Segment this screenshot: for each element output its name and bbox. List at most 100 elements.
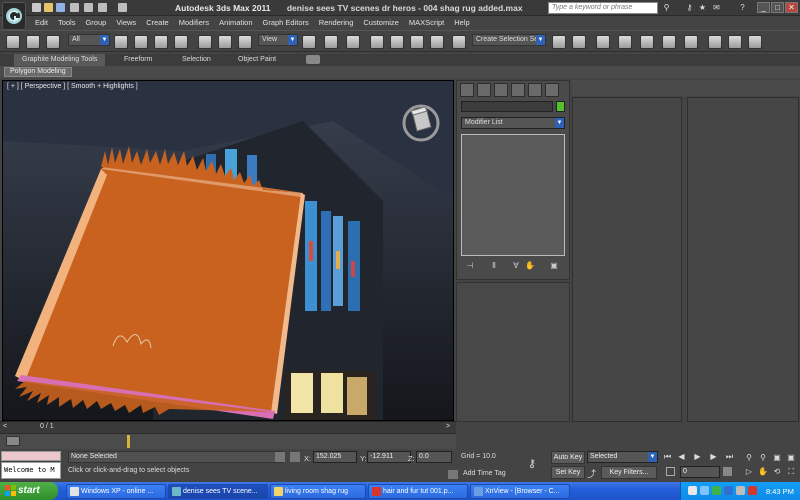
select-by-name-icon[interactable] [134,35,148,49]
new-file-icon[interactable] [32,3,41,12]
percent-snap-icon[interactable] [410,35,424,49]
time-prev-icon[interactable]: < [3,423,7,430]
viewcube-icon[interactable] [401,103,441,143]
taskbar-item[interactable]: Windows XP - online ... [66,484,166,499]
remove-modifier-icon[interactable]: ✋ [525,261,535,271]
track-bar[interactable] [0,433,456,449]
modifier-list-dropdown[interactable]: Modifier List ▼ [461,117,565,129]
go-to-end-icon[interactable]: ⏭ [724,452,735,462]
rendered-frame-window-icon[interactable] [728,35,742,49]
next-frame-icon[interactable]: ▶ [708,452,719,462]
tab-freeform[interactable]: Freeform [116,54,160,66]
maximize-viewport-icon[interactable]: ⛶ [786,466,796,477]
current-frame-field[interactable]: 0 [680,466,720,478]
tab-selection[interactable]: Selection [174,54,219,66]
communication-center-icon[interactable]: ✉ [712,3,721,12]
zoom-icon[interactable]: ⚲ [744,452,754,463]
time-slider[interactable]: 0 / 1 < > [0,421,456,433]
add-time-tag[interactable]: Add Time Tag [463,470,506,477]
hold-icon[interactable] [98,3,107,12]
set-key-button[interactable]: Set Key [551,466,585,479]
menu-views[interactable]: Views [111,16,141,29]
app-menu-button[interactable] [2,2,26,30]
menu-group[interactable]: Group [80,16,111,29]
play-icon[interactable]: ▶ [692,452,703,462]
selection-filter-dropdown[interactable]: All ▼ [68,34,110,46]
project-folder-icon[interactable] [118,3,127,12]
maxscript-listener-mini[interactable] [1,451,61,461]
utilities-tab-icon[interactable] [545,83,559,97]
keyboard-shortcut-override-icon[interactable] [346,35,360,49]
help-tray-icon[interactable] [688,486,697,495]
select-and-rotate-icon[interactable] [218,35,232,49]
select-and-manipulate-icon[interactable] [324,35,338,49]
select-and-scale-icon[interactable] [238,35,252,49]
menu-tools[interactable]: Tools [53,16,81,29]
menu-help[interactable]: Help [449,16,474,29]
perspective-viewport[interactable]: [ + ] [ Perspective ] [ Smooth + Highlig… [2,80,454,421]
minimize-button[interactable]: _ [757,2,770,13]
polygon-modeling-panel[interactable]: Polygon Modeling [4,67,72,77]
time-next-icon[interactable]: > [446,423,450,430]
edit-named-selection-icon[interactable] [452,35,466,49]
tab-object-paint[interactable]: Object Paint [230,54,284,66]
auto-key-button[interactable]: Auto Key [551,451,585,464]
redo-icon[interactable] [84,3,93,12]
taskbar-item[interactable]: XnView - [Browser - C... [470,484,570,499]
pivot-center-icon[interactable] [302,35,316,49]
volume-tray-icon[interactable] [736,486,745,495]
layer-manager-icon[interactable] [596,35,610,49]
modify-tab-icon[interactable] [477,83,491,97]
menu-modifiers[interactable]: Modifiers [174,16,214,29]
open-file-icon[interactable] [44,3,53,12]
rectangular-selection-icon[interactable] [154,35,168,49]
object-color-swatch[interactable] [556,101,565,112]
close-button[interactable]: ✕ [785,2,798,13]
viewport-label[interactable]: [ + ] [ Perspective ] [ Smooth + Highlig… [7,83,138,90]
taskbar-item[interactable]: living room shag rug [270,484,366,499]
window-crossing-icon[interactable] [174,35,188,49]
zoom-extents-icon[interactable]: ▣ [772,452,782,463]
align-icon[interactable] [572,35,586,49]
zoom-extents-all-icon[interactable]: ▣ [786,452,796,463]
bluetooth-tray-icon[interactable] [724,486,733,495]
menu-edit[interactable]: Edit [30,16,53,29]
key-selection-dropdown[interactable]: Selected ▼ [587,451,658,463]
configure-modifier-sets-icon[interactable]: ▣ [549,261,559,271]
motion-tab-icon[interactable] [511,83,525,97]
menu-maxscript[interactable]: MAXScript [404,16,449,29]
pin-stack-icon[interactable]: ⊣ [465,261,475,271]
favorites-icon[interactable]: ★ [698,3,707,12]
render-setup-icon[interactable] [708,35,722,49]
time-tag-icon[interactable] [448,470,458,479]
lock-selection-icon[interactable] [275,452,285,462]
key-filters-button[interactable]: Key Filters... [601,466,657,479]
set-keys-key-icon[interactable]: ⚷ [528,457,536,470]
snaps-toggle-icon[interactable] [370,35,384,49]
create-tab-icon[interactable] [460,83,474,97]
antivirus-tray-icon[interactable] [748,486,757,495]
security-tray-icon[interactable] [712,486,721,495]
open-mini-curve-editor-icon[interactable] [6,436,20,446]
hierarchy-tab-icon[interactable] [494,83,508,97]
undo-icon[interactable] [70,3,79,12]
menu-animation[interactable]: Animation [214,16,257,29]
help-icon[interactable]: ? [738,3,747,12]
maximize-button[interactable]: □ [771,2,784,13]
material-editor-icon[interactable] [684,35,698,49]
search-input[interactable]: Type a keyword or phrase [548,2,658,14]
tab-graphite-modeling-tools[interactable]: Graphite Modeling Tools [14,54,106,66]
modifier-stack[interactable] [461,134,565,256]
render-production-icon[interactable] [748,35,762,49]
schematic-view-icon[interactable] [662,35,676,49]
unlink-icon[interactable] [46,35,60,49]
spinner-snap-icon[interactable] [430,35,444,49]
select-and-move-icon[interactable] [198,35,212,49]
menu-create[interactable]: Create [141,16,174,29]
current-frame-marker[interactable] [127,435,130,448]
orbit-icon[interactable]: ⟲ [772,466,782,477]
network-tray-icon[interactable] [700,486,709,495]
x-coord-field[interactable]: 152.025 [313,451,357,463]
maxscript-listener-input[interactable]: Welcome to M [1,462,61,479]
undo-tool-icon[interactable] [6,35,20,49]
